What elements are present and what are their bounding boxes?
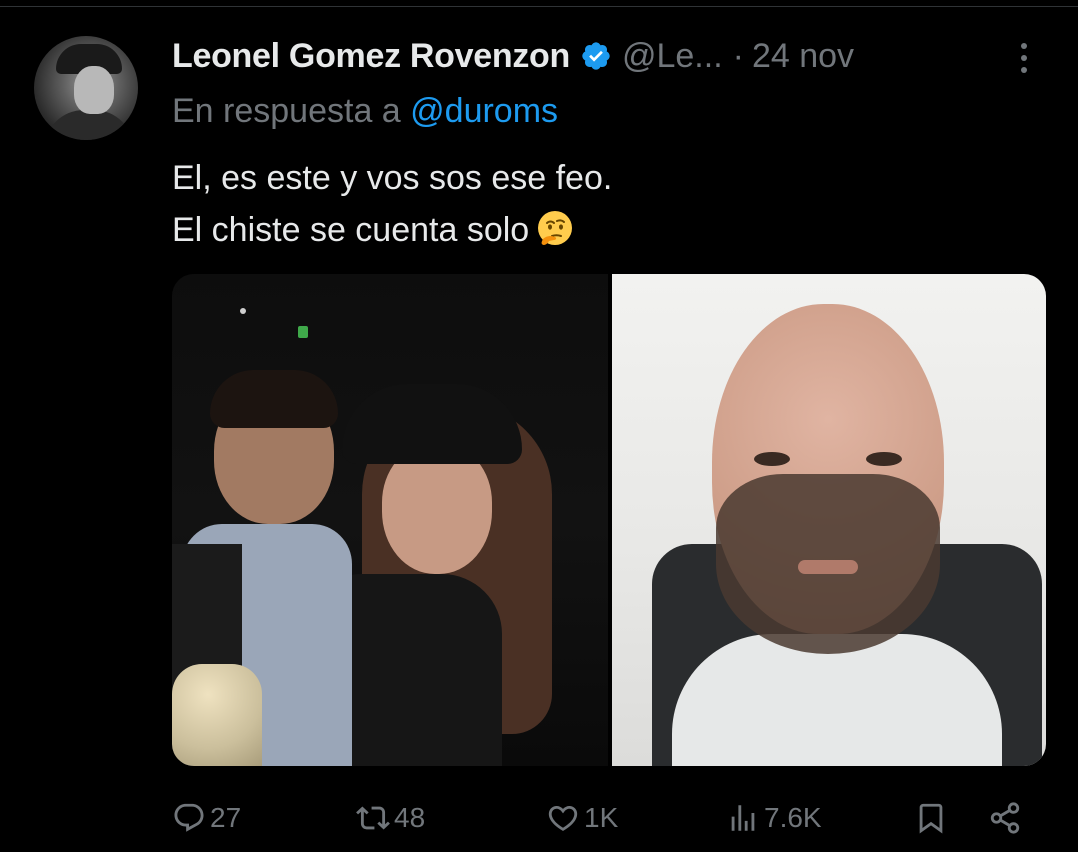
media-photo-couple[interactable] [172, 274, 608, 766]
tweet-card[interactable]: Leonel Gomez Rovenzon @Le... · 24 nov En… [0, 0, 1078, 852]
mouth [798, 560, 858, 574]
like-button[interactable]: 1K [546, 796, 618, 840]
action-bar: 27 48 1K 7.6K [172, 796, 1032, 840]
divider [0, 6, 1078, 7]
tweet-media[interactable] [172, 274, 1046, 766]
views-button[interactable]: 7.6K [726, 796, 822, 840]
shirt [672, 634, 1002, 766]
more-dot [1021, 43, 1027, 49]
bookmark-button[interactable] [914, 796, 948, 840]
woman-cap [342, 384, 522, 464]
thinking-face-emoji-icon [535, 209, 575, 249]
views-count: 7.6K [764, 802, 822, 833]
repost-button[interactable]: 48 [356, 796, 425, 840]
reply-prefix: En respuesta a [172, 92, 401, 130]
reply-button[interactable]: 27 [172, 796, 241, 840]
user-handle[interactable]: @Le... [622, 37, 723, 76]
reply-context: En respuesta a @duroms [172, 92, 558, 131]
verified-badge-icon[interactable] [580, 40, 612, 72]
repost-icon [356, 806, 390, 830]
media-photo-man[interactable] [612, 274, 1046, 766]
heart-icon [548, 805, 578, 831]
bookmark-icon [919, 803, 943, 834]
like-count: 1K [584, 802, 619, 833]
avatar-face [74, 66, 114, 114]
tweet-text-line: El, es este y vos sos ese feo. [172, 159, 613, 197]
tweet-text-line: El chiste se cuenta solo [172, 211, 530, 249]
share-button[interactable] [988, 796, 1022, 840]
popcorn-bucket [172, 664, 262, 766]
analytics-icon [731, 805, 755, 831]
share-icon [990, 802, 1020, 834]
left-eye [754, 452, 790, 466]
exit-sign [298, 326, 308, 338]
more-dot [1021, 55, 1027, 61]
separator-dot: · [732, 36, 744, 75]
display-name[interactable]: Leonel Gomez Rovenzon [172, 37, 570, 76]
avatar[interactable] [34, 36, 138, 140]
tweet-text: El, es este y vos sos ese feo. El chiste… [172, 152, 612, 256]
more-options-icon[interactable] [1010, 38, 1038, 78]
reply-count: 27 [210, 802, 242, 833]
avatar-body [44, 110, 134, 140]
reply-icon [174, 803, 204, 832]
ceiling-light [240, 308, 246, 314]
repost-count: 48 [394, 802, 426, 833]
tweet-date[interactable]: 24 nov [752, 37, 854, 76]
more-dot [1021, 67, 1027, 73]
right-eye [866, 452, 902, 466]
man-hair [210, 370, 338, 428]
tweet-header: Leonel Gomez Rovenzon @Le... · 24 nov [172, 34, 854, 78]
reply-to-handle[interactable]: @duroms [410, 92, 558, 130]
tweet-text-line-2: El chiste se cuenta solo [172, 204, 612, 256]
